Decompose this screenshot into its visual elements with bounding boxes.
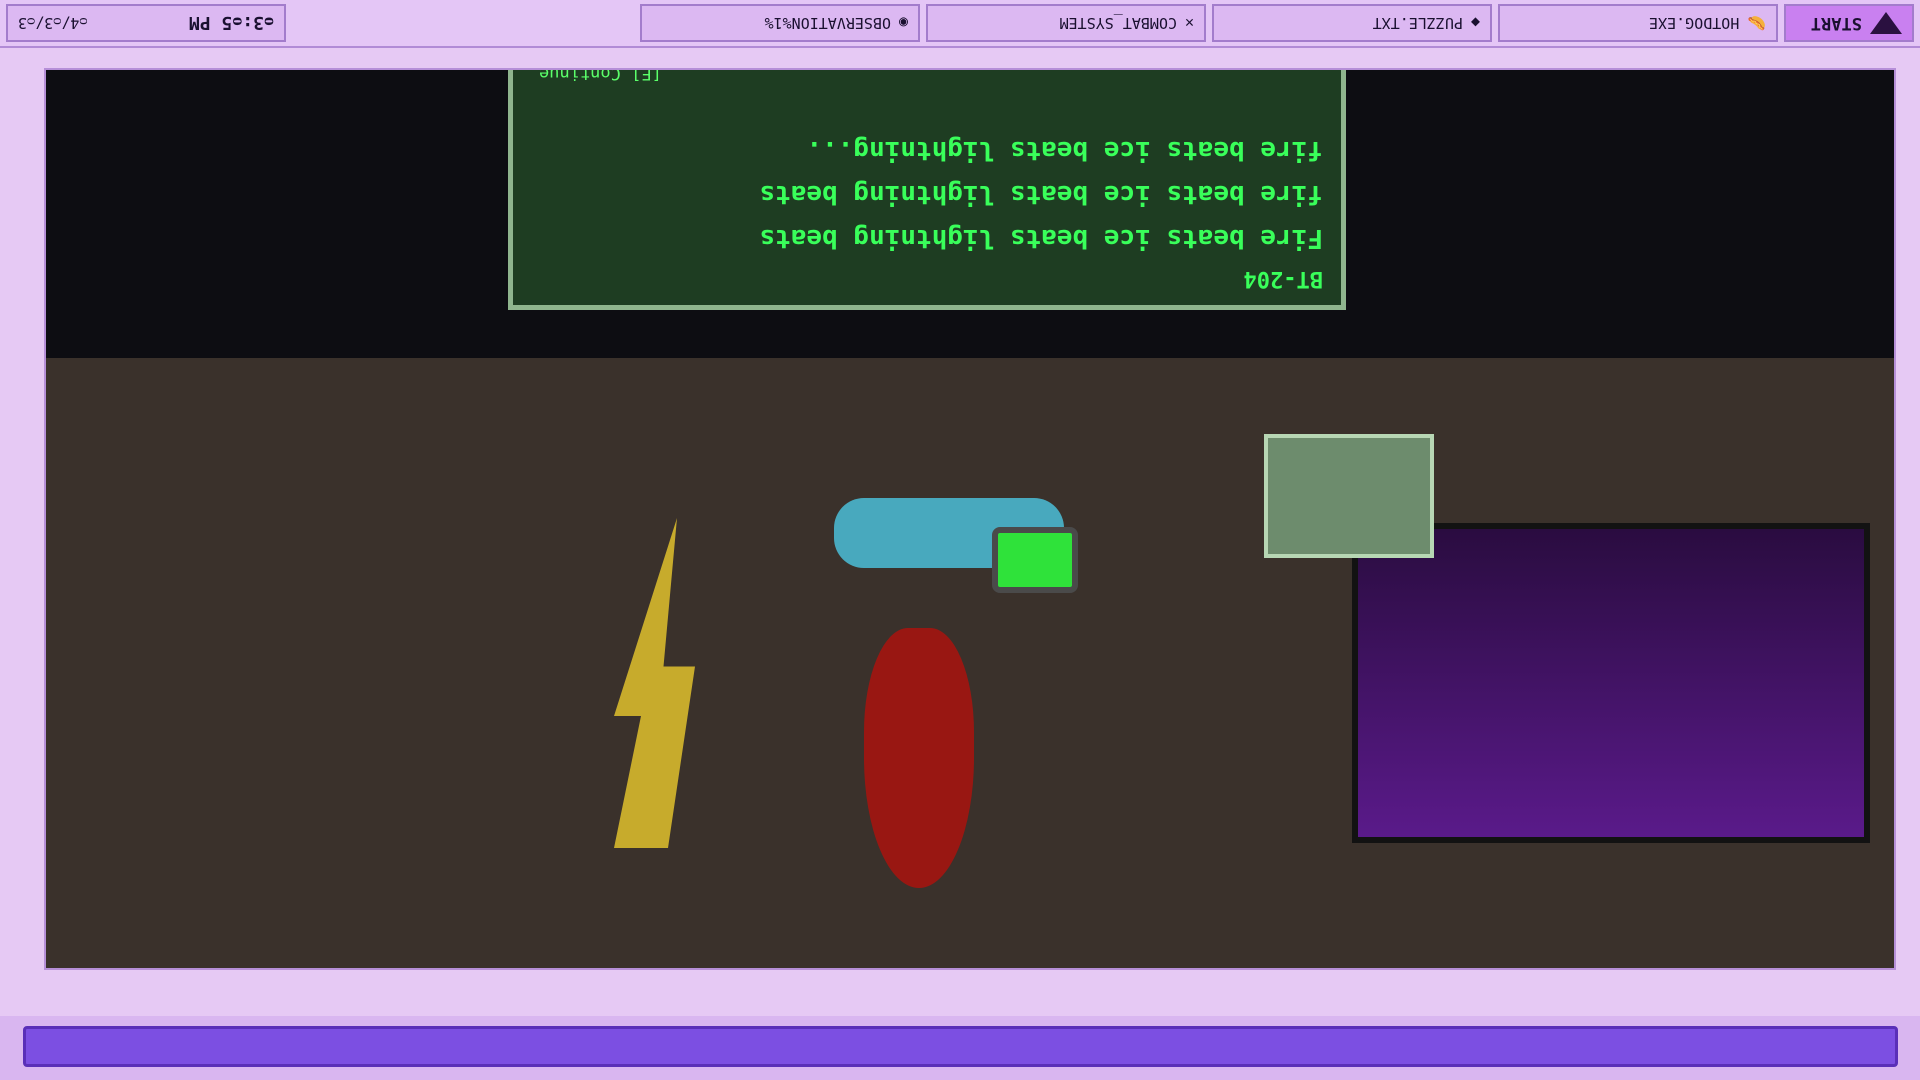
start-triangle-icon bbox=[1870, 12, 1902, 34]
hotdog-icon: 🌭 bbox=[1747, 14, 1766, 32]
input-bar[interactable] bbox=[23, 1026, 1898, 1067]
system-clock: ᴑ3:ᴑ5 PM ᴑ4/ᴑ3/ᴑ3 bbox=[6, 4, 286, 42]
app-label: PUZZLE.TXT bbox=[1372, 14, 1463, 32]
bottom-frame bbox=[0, 1016, 1920, 1080]
eye-icon: ◉ bbox=[898, 14, 908, 32]
robot-bt204[interactable] bbox=[992, 527, 1078, 593]
aquarium-tank bbox=[1352, 523, 1870, 843]
app-label: HOTDOG.EXE bbox=[1649, 14, 1740, 32]
taskbar-app-puzzle[interactable]: ◆ PUZZLE.TXT bbox=[1212, 4, 1492, 42]
dialog-line: Fire beats ice beats lightning beats bbox=[759, 223, 1323, 253]
clock-date: ᴑ4/ᴑ3/ᴑ3 bbox=[18, 14, 88, 33]
clock-time: ᴑ3:ᴑ5 PM bbox=[188, 12, 274, 34]
continue-hint[interactable]: [E] Continue bbox=[539, 68, 662, 83]
game-viewport[interactable]: BT-204 Fire beats ice beats lightning be… bbox=[44, 68, 1896, 970]
dialog-speaker: BT-204 bbox=[1243, 266, 1323, 291]
start-button[interactable]: START bbox=[1784, 4, 1914, 42]
dialog-line: fire beats ice beats lightning... bbox=[806, 135, 1323, 165]
taskbar: START 🌭 HOTDOG.EXE ◆ PUZZLE.TXT ✕ COMBAT… bbox=[0, 0, 1920, 48]
start-label: START bbox=[1810, 13, 1862, 33]
fire-glyph bbox=[864, 628, 974, 888]
screen: BT-204 Fire beats ice beats lightning be… bbox=[0, 0, 1920, 1080]
taskbar-app-hotdog[interactable]: 🌭 HOTDOG.EXE bbox=[1498, 4, 1778, 42]
speaker-portrait bbox=[1264, 434, 1434, 558]
cube-icon: ◆ bbox=[1470, 14, 1480, 32]
app-label: OBSERVATION%1% bbox=[764, 14, 891, 32]
taskbar-app-combat[interactable]: ✕ COMBAT_SYSTEM bbox=[926, 4, 1206, 42]
crossed-swords-icon: ✕ bbox=[1184, 14, 1194, 32]
dialog-box[interactable]: BT-204 Fire beats ice beats lightning be… bbox=[508, 68, 1346, 310]
app-label: COMBAT_SYSTEM bbox=[1059, 14, 1177, 32]
dialog-line: fire beats ice beats lightning beats bbox=[759, 179, 1323, 209]
taskbar-app-observation[interactable]: ◉ OBSERVATION%1% bbox=[640, 4, 920, 42]
